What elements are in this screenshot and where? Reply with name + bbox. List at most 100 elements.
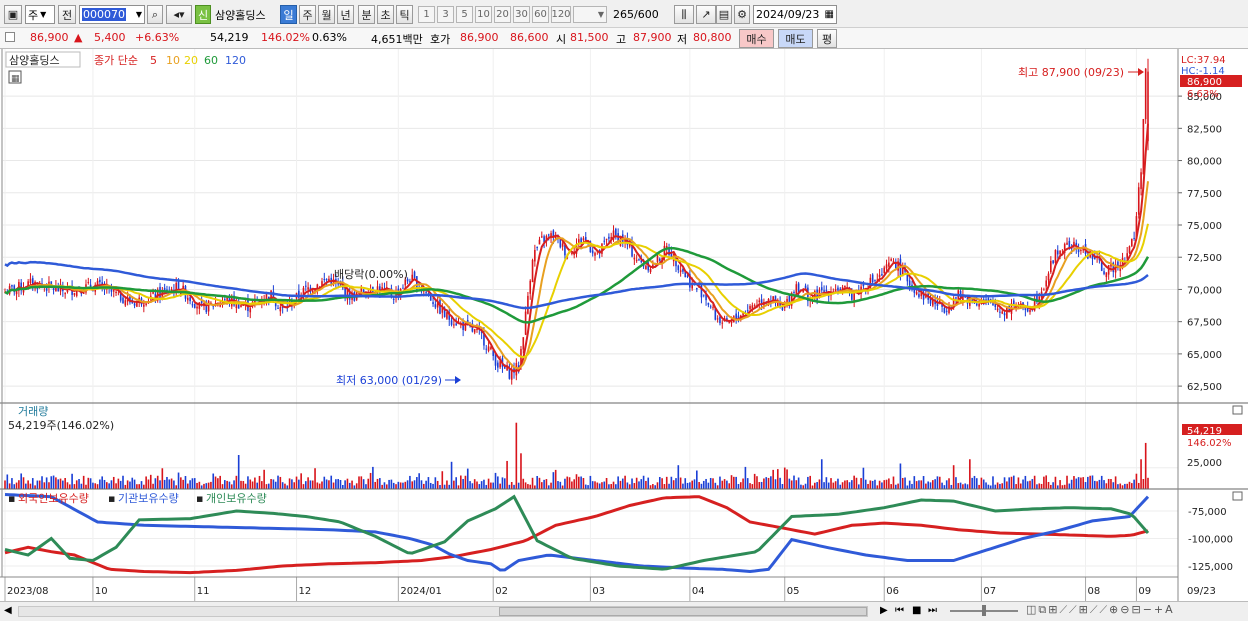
checkbox-icon[interactable] xyxy=(5,32,15,42)
interval-60[interactable]: 60 xyxy=(532,6,549,23)
draw-icon[interactable]: ↗ xyxy=(696,5,716,24)
scroll-left-icon[interactable]: ◀ xyxy=(4,605,12,616)
y-tick-label: 75,000 xyxy=(1187,221,1222,232)
volume-bar xyxy=(753,473,756,489)
volume-bar xyxy=(855,477,858,489)
volume-bar xyxy=(228,481,231,489)
volume-bar xyxy=(36,480,39,489)
volume-bar xyxy=(779,477,781,489)
volume-bar xyxy=(168,479,171,489)
volume-bar xyxy=(985,482,987,489)
price-change-pct: +6.63% xyxy=(135,31,180,44)
volume-bar xyxy=(133,479,136,489)
candle xyxy=(207,300,210,312)
period-tab-tick[interactable]: 틱 xyxy=(396,5,413,24)
window-icon[interactable]: ▣ xyxy=(4,5,22,24)
candle-icon[interactable]: ⫼ xyxy=(674,5,694,24)
volume-bar xyxy=(8,483,11,489)
volume-bar xyxy=(663,484,666,489)
volume-bar xyxy=(409,475,411,489)
mode-select-value: 주 xyxy=(28,8,39,22)
gear-icon[interactable]: ⚙ xyxy=(734,5,750,24)
play-icon[interactable]: ⏭ xyxy=(928,605,937,616)
interval-1[interactable]: 1 xyxy=(418,6,435,23)
first-icon[interactable]: ⏮ xyxy=(895,605,904,616)
volume-bar xyxy=(890,484,892,489)
candle xyxy=(1103,271,1105,275)
save-icon[interactable]: ▤ xyxy=(716,5,732,24)
volume-bar xyxy=(73,484,76,489)
panel-close-icon[interactable] xyxy=(1232,405,1243,415)
interval-20[interactable]: 20 xyxy=(494,6,511,23)
volume-bar xyxy=(173,480,175,489)
period-tab-month[interactable]: 월 xyxy=(318,5,335,24)
open-price: 81,500 xyxy=(570,31,609,44)
interval-30[interactable]: 30 xyxy=(513,6,530,23)
interval-10[interactable]: 10 xyxy=(475,6,492,23)
volume-bar xyxy=(658,476,661,489)
horizontal-scrollbar[interactable] xyxy=(18,606,868,617)
volume-bar xyxy=(457,485,460,489)
volume-bar xyxy=(413,480,416,489)
candle xyxy=(677,265,680,271)
avg-button[interactable]: 평 xyxy=(817,29,837,48)
volume-bar xyxy=(707,482,710,489)
volume-bar xyxy=(841,482,844,489)
interval-3[interactable]: 3 xyxy=(437,6,454,23)
date-input[interactable]: 2024/09/23 ▦ xyxy=(753,5,837,24)
stock-code-input[interactable]: 000070 ▼ xyxy=(79,5,145,24)
volume-bar xyxy=(41,476,43,489)
volume-bar xyxy=(469,481,471,489)
volume-bar xyxy=(751,484,754,489)
volume-bar xyxy=(802,485,805,489)
candle xyxy=(52,287,55,291)
volume-bar xyxy=(136,484,138,489)
tool-icons[interactable]: ◫⧉⊞⟋⟋⊞⟋⟋⊕⊖⊟−+A xyxy=(1026,603,1175,617)
volume-bar xyxy=(145,476,147,489)
volume-bar xyxy=(686,482,689,489)
volume-bar xyxy=(934,479,936,489)
interval-custom-select[interactable]: ▼ xyxy=(573,6,607,23)
volume-bar xyxy=(311,480,314,489)
sell-button[interactable]: 매도 xyxy=(778,29,813,48)
prev-button[interactable]: 전 xyxy=(58,5,76,24)
volume-bar xyxy=(763,478,765,489)
period-tab-week[interactable]: 주 xyxy=(299,5,316,24)
buy-button[interactable]: 매수 xyxy=(739,29,774,48)
volume-bar xyxy=(693,479,696,489)
candle xyxy=(975,303,978,306)
volume-bar xyxy=(714,482,717,489)
candle xyxy=(633,257,636,260)
volume-bar xyxy=(346,478,349,489)
scroll-right-icon[interactable]: ▶ xyxy=(880,605,888,616)
volume-bar xyxy=(379,478,381,489)
volume-bar xyxy=(844,480,846,489)
search-icon[interactable]: ⌕ xyxy=(147,5,163,24)
volume-bar xyxy=(529,484,532,489)
x-tick-label: 07 xyxy=(983,586,996,597)
volume-bar xyxy=(969,459,971,489)
chart-canvas[interactable]: 62,500 65,000 67,500 70,000 72,500 75,000 77,5… xyxy=(0,49,1248,601)
period-tab-year[interactable]: 년 xyxy=(337,5,354,24)
candle xyxy=(402,287,404,289)
period-tab-second[interactable]: 초 xyxy=(377,5,394,24)
new-badge[interactable]: 신 xyxy=(195,5,211,24)
candle xyxy=(987,298,990,301)
volume-bar xyxy=(776,469,779,489)
interval-120[interactable]: 120 xyxy=(551,6,571,23)
panel-close-icon[interactable] xyxy=(1232,491,1243,501)
scrollbar-thumb[interactable] xyxy=(499,607,867,616)
interval-5[interactable]: 5 xyxy=(456,6,473,23)
period-tab-day[interactable]: 일 xyxy=(280,5,297,24)
stop-icon[interactable]: ■ xyxy=(912,605,921,616)
candle xyxy=(1043,289,1045,291)
period-tab-minute[interactable]: 분 xyxy=(358,5,375,24)
zoom-slider-handle[interactable] xyxy=(982,605,986,616)
volume-bar xyxy=(480,481,483,489)
volume-bar xyxy=(749,483,751,489)
calendar-icon: ▦ xyxy=(824,9,834,20)
speaker-icon[interactable]: ◂▾ xyxy=(166,5,192,24)
mode-select[interactable]: 주 ▼ xyxy=(25,5,55,24)
volume-bar xyxy=(936,476,939,489)
volume-bar xyxy=(1124,483,1126,489)
